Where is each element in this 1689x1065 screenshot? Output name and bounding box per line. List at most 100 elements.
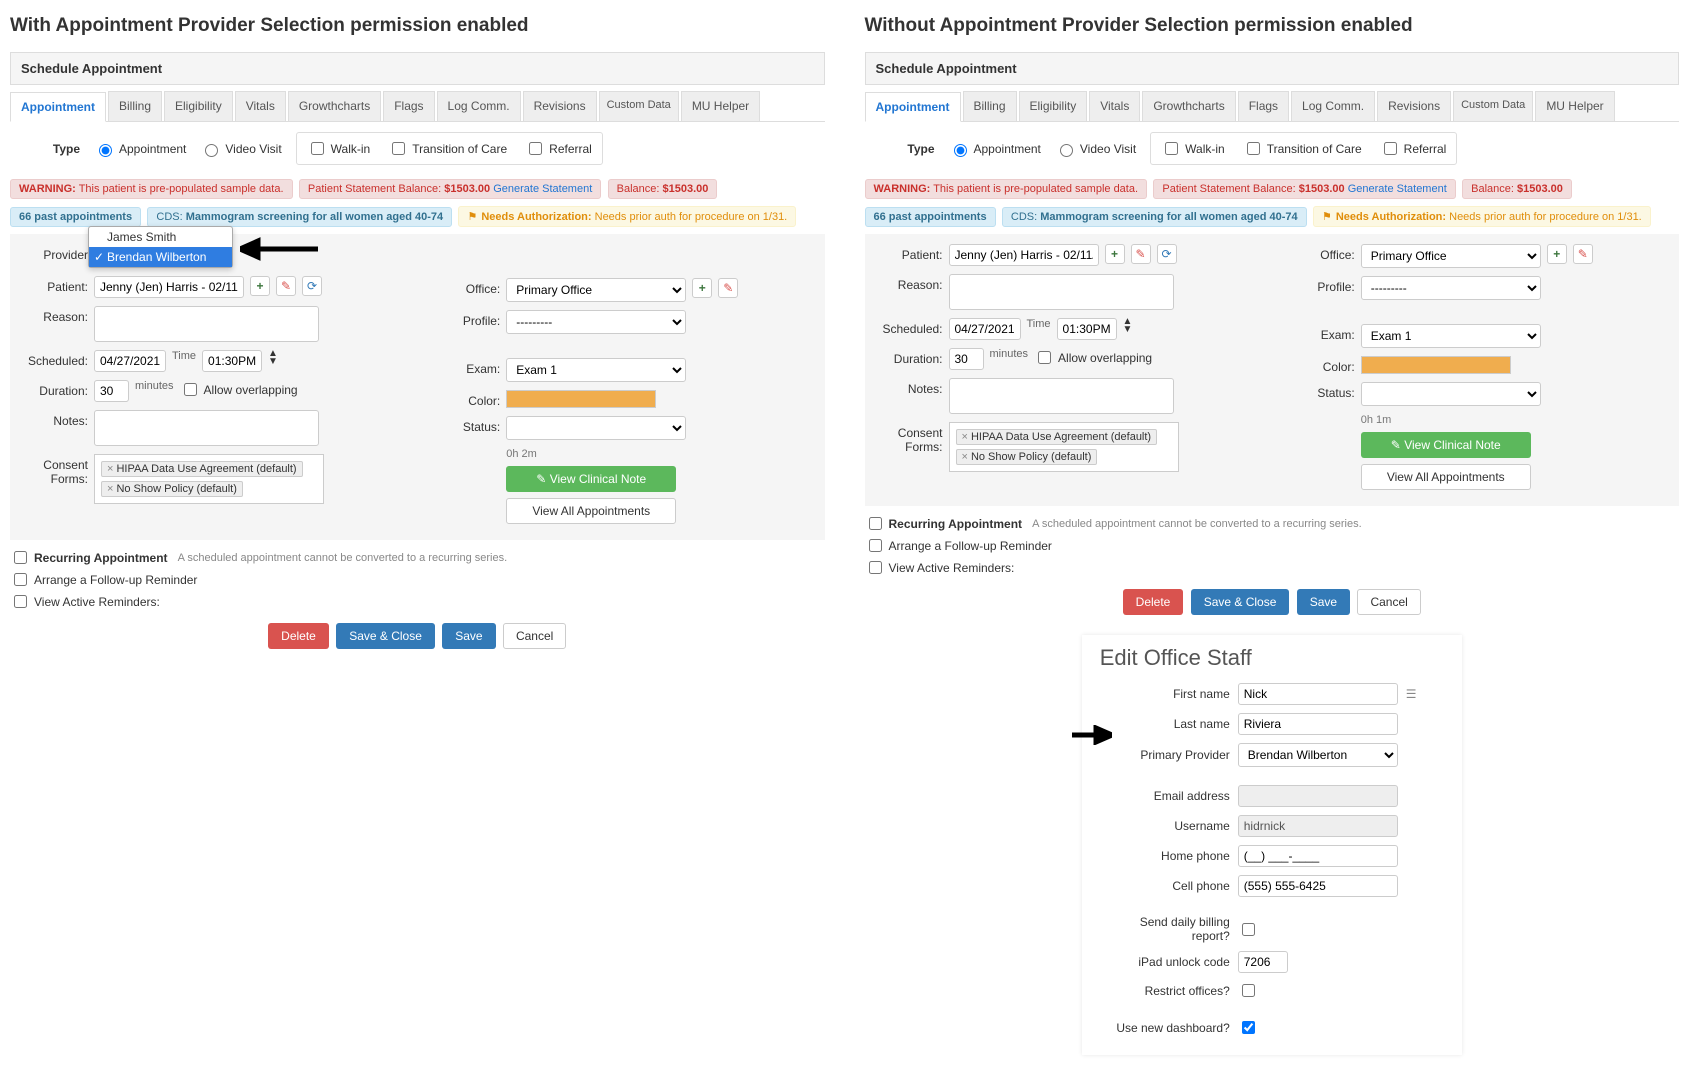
- provider-option-2[interactable]: Brendan Wilberton: [89, 247, 232, 267]
- tab-billing[interactable]: Billing: [108, 91, 162, 121]
- exam-select[interactable]: Exam 1: [506, 358, 686, 382]
- time-input[interactable]: [202, 350, 262, 372]
- overlap-check[interactable]: Allow overlapping: [1034, 348, 1152, 367]
- transition-check[interactable]: Transition of Care: [1243, 139, 1362, 158]
- time-input[interactable]: [1057, 318, 1117, 340]
- generate-statement-link[interactable]: Generate Statement: [1348, 183, 1447, 195]
- billing-report-check[interactable]: [1242, 923, 1255, 936]
- tab-logcomm[interactable]: Log Comm.: [437, 91, 521, 121]
- type-appointment-radio[interactable]: Appointment: [94, 141, 186, 157]
- tab-appointment[interactable]: Appointment: [10, 92, 106, 122]
- followup-check[interactable]: Arrange a Follow-up Reminder: [10, 570, 825, 589]
- exam-select[interactable]: Exam 1: [1361, 324, 1541, 348]
- save-button[interactable]: Save: [1297, 589, 1350, 615]
- reason-input[interactable]: [949, 274, 1174, 310]
- patient-refresh-icon[interactable]: ⟳: [1157, 244, 1177, 264]
- profile-select[interactable]: ---------: [506, 310, 686, 334]
- cds-badge[interactable]: CDS: Mammogram screening for all women a…: [1002, 207, 1307, 227]
- save-button[interactable]: Save: [442, 623, 495, 649]
- tab-billing[interactable]: Billing: [963, 91, 1017, 121]
- home-phone-input[interactable]: [1238, 845, 1398, 867]
- past-appts-badge[interactable]: 66 past appointments: [865, 207, 996, 227]
- tab-muhelper[interactable]: MU Helper: [681, 91, 760, 121]
- reason-input[interactable]: [94, 306, 319, 342]
- tab-customdata[interactable]: Custom Data: [599, 91, 679, 121]
- view-clinical-note-button[interactable]: ✎ View Clinical Note: [506, 466, 676, 492]
- tab-flags[interactable]: Flags: [383, 91, 434, 121]
- office-edit-icon[interactable]: ✎: [718, 278, 738, 298]
- close-icon[interactable]: ×: [107, 483, 113, 495]
- close-icon[interactable]: ×: [107, 463, 113, 475]
- first-name-input[interactable]: [1238, 683, 1398, 705]
- date-input[interactable]: [94, 350, 166, 372]
- dashboard-check[interactable]: [1242, 1021, 1255, 1034]
- time-stepper-icon[interactable]: ▲▼: [268, 350, 278, 366]
- cell-phone-input[interactable]: [1238, 875, 1398, 897]
- duration-input[interactable]: [949, 348, 984, 370]
- close-icon[interactable]: ×: [962, 451, 968, 463]
- transition-check[interactable]: Transition of Care: [388, 139, 507, 158]
- contact-icon[interactable]: ☰: [1406, 687, 1417, 701]
- tab-eligibility[interactable]: Eligibility: [164, 91, 233, 121]
- tab-vitals[interactable]: Vitals: [1089, 91, 1140, 121]
- patient-input[interactable]: [949, 244, 1099, 266]
- office-add-icon[interactable]: +: [692, 278, 712, 298]
- type-appointment-radio[interactable]: Appointment: [949, 141, 1041, 157]
- save-close-button[interactable]: Save & Close: [336, 623, 435, 649]
- notes-input[interactable]: [949, 378, 1174, 414]
- tab-flags[interactable]: Flags: [1238, 91, 1289, 121]
- status-select[interactable]: [1361, 382, 1541, 406]
- recurring-check[interactable]: Recurring AppointmentA scheduled appoint…: [865, 514, 1680, 533]
- view-active-check[interactable]: View Active Reminders:: [865, 558, 1680, 577]
- notes-input[interactable]: [94, 410, 319, 446]
- office-add-icon[interactable]: +: [1547, 244, 1567, 264]
- office-edit-icon[interactable]: ✎: [1573, 244, 1593, 264]
- tab-growthcharts[interactable]: Growthcharts: [288, 91, 381, 121]
- save-close-button[interactable]: Save & Close: [1191, 589, 1290, 615]
- type-video-radio[interactable]: Video Visit: [1055, 141, 1136, 157]
- patient-edit-icon[interactable]: ✎: [1131, 244, 1151, 264]
- tab-eligibility[interactable]: Eligibility: [1019, 91, 1088, 121]
- provider-dropdown[interactable]: James Smith Brendan Wilberton: [88, 226, 233, 268]
- tab-revisions[interactable]: Revisions: [523, 91, 597, 121]
- office-select[interactable]: Primary Office: [1361, 244, 1541, 268]
- provider-option-1[interactable]: James Smith: [89, 227, 232, 247]
- cancel-button[interactable]: Cancel: [1357, 589, 1420, 615]
- tab-appointment[interactable]: Appointment: [865, 92, 961, 122]
- tab-vitals[interactable]: Vitals: [235, 91, 286, 121]
- date-input[interactable]: [949, 318, 1021, 340]
- close-icon[interactable]: ×: [962, 431, 968, 443]
- patient-edit-icon[interactable]: ✎: [276, 276, 296, 296]
- tab-muhelper[interactable]: MU Helper: [1535, 91, 1614, 121]
- tab-growthcharts[interactable]: Growthcharts: [1142, 91, 1235, 121]
- office-select[interactable]: Primary Office: [506, 278, 686, 302]
- cds-badge[interactable]: CDS: Mammogram screening for all women a…: [147, 207, 452, 227]
- past-appts-badge[interactable]: 66 past appointments: [10, 207, 141, 227]
- referral-check[interactable]: Referral: [1380, 139, 1447, 158]
- walkin-check[interactable]: Walk-in: [1161, 139, 1225, 158]
- time-stepper-icon[interactable]: ▲▼: [1123, 318, 1133, 334]
- cancel-button[interactable]: Cancel: [503, 623, 566, 649]
- view-active-check[interactable]: View Active Reminders:: [10, 592, 825, 611]
- primary-provider-select[interactable]: Brendan Wilberton: [1238, 743, 1398, 767]
- type-video-radio[interactable]: Video Visit: [200, 141, 281, 157]
- patient-add-icon[interactable]: +: [1105, 244, 1125, 264]
- delete-button[interactable]: Delete: [268, 623, 329, 649]
- referral-check[interactable]: Referral: [525, 139, 592, 158]
- consent-tagbox[interactable]: ×HIPAA Data Use Agreement (default) ×No …: [94, 454, 324, 504]
- consent-tagbox[interactable]: ×HIPAA Data Use Agreement (default) ×No …: [949, 422, 1179, 472]
- duration-input[interactable]: [94, 380, 129, 402]
- walkin-check[interactable]: Walk-in: [307, 139, 371, 158]
- patient-input[interactable]: [94, 276, 244, 298]
- recurring-check[interactable]: Recurring AppointmentA scheduled appoint…: [10, 548, 825, 567]
- patient-add-icon[interactable]: +: [250, 276, 270, 296]
- delete-button[interactable]: Delete: [1123, 589, 1184, 615]
- tab-customdata[interactable]: Custom Data: [1453, 91, 1533, 121]
- tab-revisions[interactable]: Revisions: [1377, 91, 1451, 121]
- status-select[interactable]: [506, 416, 686, 440]
- restrict-check[interactable]: [1242, 984, 1255, 997]
- view-all-appts-button[interactable]: View All Appointments: [1361, 464, 1531, 490]
- generate-statement-link[interactable]: Generate Statement: [493, 183, 592, 195]
- view-all-appts-button[interactable]: View All Appointments: [506, 498, 676, 524]
- tab-logcomm[interactable]: Log Comm.: [1291, 91, 1375, 121]
